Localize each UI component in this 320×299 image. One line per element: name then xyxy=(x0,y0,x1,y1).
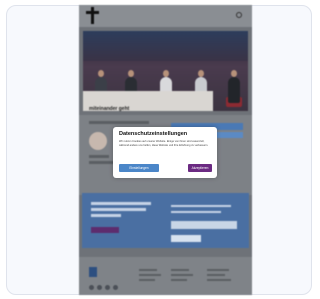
panel-text-line xyxy=(171,205,231,207)
footer-link[interactable] xyxy=(139,269,157,271)
dialog-body: Wir nutzen Cookies auf unserer Website. … xyxy=(119,140,209,147)
panel-heading-line xyxy=(91,202,151,205)
footer-link[interactable] xyxy=(139,279,155,281)
subscribe-button[interactable] xyxy=(171,235,201,242)
social-icon[interactable] xyxy=(89,285,94,290)
hero-caption: miteinander geht xyxy=(83,91,213,112)
settings-button[interactable]: Einstellungen xyxy=(119,164,159,172)
email-field[interactable] xyxy=(171,221,237,229)
footer-link[interactable] xyxy=(207,279,231,281)
panel-button[interactable] xyxy=(91,227,119,233)
cookie-consent-dialog: Datenschutzeinstellungen Wir nutzen Cook… xyxy=(113,127,217,178)
dialog-title: Datenschutzeinstellungen xyxy=(119,131,188,137)
avatar xyxy=(89,132,107,150)
site-header xyxy=(79,5,252,27)
footer-link[interactable] xyxy=(171,274,193,276)
footer-link[interactable] xyxy=(171,269,189,271)
footer-link[interactable] xyxy=(139,274,161,276)
panel-heading-line xyxy=(91,208,146,211)
panel-text-line xyxy=(171,211,221,213)
stage-backdrop xyxy=(83,31,248,61)
accept-button[interactable]: Akzeptieren xyxy=(188,164,212,172)
social-icon[interactable] xyxy=(105,285,110,290)
cross-logo-icon xyxy=(91,7,94,24)
social-icon[interactable] xyxy=(97,285,102,290)
content-line xyxy=(89,155,109,158)
footer-link[interactable] xyxy=(207,274,225,276)
menu-icon[interactable] xyxy=(236,12,242,18)
footer-logo xyxy=(89,267,97,277)
panel-person xyxy=(228,70,240,103)
hero-caption-text: miteinander geht xyxy=(89,106,130,112)
social-icon[interactable] xyxy=(113,285,118,290)
footer-link[interactable] xyxy=(171,279,187,281)
content-line xyxy=(89,121,149,124)
cross-logo-icon-bar xyxy=(86,11,99,14)
footer-link[interactable] xyxy=(207,269,229,271)
panel-heading-line xyxy=(91,214,121,217)
